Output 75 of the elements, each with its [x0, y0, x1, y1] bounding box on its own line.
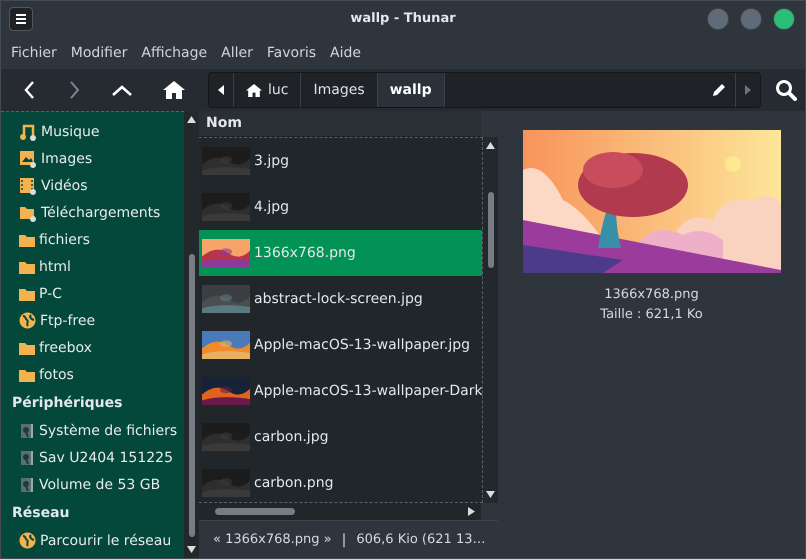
- preview-file-name: 1366x768.png: [604, 286, 699, 304]
- down-arrow-icon[interactable]: [486, 491, 495, 498]
- sidebar-item[interactable]: Système de fichiers: [1, 417, 184, 444]
- image-folder-icon: [19, 150, 37, 168]
- status-text: 606,6 Kio (621 13…: [356, 532, 486, 547]
- globe-icon: [19, 532, 36, 549]
- folder-icon: [19, 286, 35, 300]
- horizontal-scrollbar[interactable]: [199, 503, 481, 520]
- file-row[interactable]: Apple-macOS-13-wallpaper.jpg: [199, 322, 482, 368]
- menu-item[interactable]: Favoris: [266, 44, 316, 60]
- menu-icon: [15, 12, 27, 24]
- section-heading: Périphériques: [11, 394, 124, 412]
- menu-item[interactable]: Affichage: [141, 44, 208, 60]
- globe-icon: [19, 312, 36, 329]
- down-arrow-icon[interactable]: [187, 546, 196, 553]
- pencil-icon[interactable]: [711, 82, 727, 98]
- sidebar-item[interactable]: Vidéos: [1, 172, 184, 199]
- status-text: « 1366x768.png »: [213, 532, 332, 547]
- path-button[interactable]: wallp: [378, 73, 445, 107]
- menu-item[interactable]: Fichier: [11, 44, 57, 60]
- drive-icon: [19, 422, 35, 438]
- menu-item[interactable]: Aide: [330, 44, 361, 60]
- folder-icon: [19, 340, 35, 354]
- path-button[interactable]: luc: [234, 73, 302, 107]
- drive-icon: [19, 450, 35, 466]
- sidebar-item[interactable]: freebox: [1, 334, 184, 361]
- file-row[interactable]: carbon.png: [199, 460, 482, 502]
- up-arrow-icon[interactable]: [486, 142, 495, 149]
- menu-item[interactable]: Modifier: [70, 44, 128, 60]
- status-separator: |: [342, 532, 346, 548]
- sidebar-item[interactable]: Téléchargements: [1, 199, 184, 226]
- window-title: wallp - Thunar: [349, 11, 457, 26]
- up-arrow-icon[interactable]: [187, 116, 196, 123]
- sidebar-item[interactable]: Images: [1, 145, 184, 172]
- file-name: carbon.jpg: [254, 429, 328, 445]
- menu-item[interactable]: Aller: [221, 44, 253, 60]
- section-heading: Réseau: [11, 504, 71, 522]
- right-arrow-icon: [745, 85, 751, 95]
- folder-icon: [19, 232, 35, 246]
- scrollbar[interactable]: [184, 111, 199, 558]
- sidebar-item[interactable]: Musique: [1, 118, 184, 145]
- preview-file-size: Taille : 621,1 Ko: [600, 306, 703, 324]
- search-icon[interactable]: [775, 79, 797, 101]
- sidebar-item[interactable]: html: [1, 253, 184, 280]
- music-folder-icon: [19, 122, 37, 140]
- film-folder-icon: [19, 176, 37, 194]
- right-arrow-icon[interactable]: [468, 507, 475, 516]
- column-header[interactable]: Nom: [199, 111, 481, 137]
- file-name: carbon.png: [254, 475, 334, 491]
- file-row[interactable]: 4.jpg: [199, 184, 482, 230]
- sidebar-item[interactable]: fotos: [1, 361, 184, 388]
- close-button[interactable]: [773, 8, 795, 30]
- file-name: abstract-lock-screen.jpg: [254, 291, 423, 307]
- file-name: 1366x768.png: [254, 245, 356, 261]
- sidebar-item[interactable]: P-C: [1, 280, 184, 307]
- folder-icon: [19, 260, 35, 274]
- sidebar-item[interactable]: fichiers: [1, 226, 184, 253]
- sidebar-item[interactable]: Sav U2404 151225: [1, 444, 184, 471]
- file-row[interactable]: abstract-lock-screen.jpg: [199, 276, 482, 322]
- file-row[interactable]: 3.jpg: [199, 138, 482, 184]
- file-name: 4.jpg: [254, 199, 290, 215]
- file-name: 3.jpg: [254, 153, 290, 169]
- home-icon[interactable]: [163, 80, 185, 100]
- scrollbar[interactable]: [483, 137, 498, 503]
- sidebar-item[interactable]: Ftp-free: [1, 307, 184, 334]
- folder-icon: [19, 368, 35, 382]
- menu-button[interactable]: [9, 6, 33, 30]
- drive-icon: [19, 476, 35, 492]
- back-icon[interactable]: [23, 80, 37, 100]
- sidebar-item[interactable]: Parcourir le réseau: [1, 527, 184, 554]
- file-row[interactable]: carbon.jpg: [199, 414, 482, 460]
- left-arrow-icon: [218, 85, 224, 95]
- sidebar-item[interactable]: Volume de 53 GB: [1, 471, 184, 498]
- up-icon[interactable]: [111, 83, 133, 97]
- file-name: Apple-macOS-13-wallpaper.jpg: [254, 337, 470, 353]
